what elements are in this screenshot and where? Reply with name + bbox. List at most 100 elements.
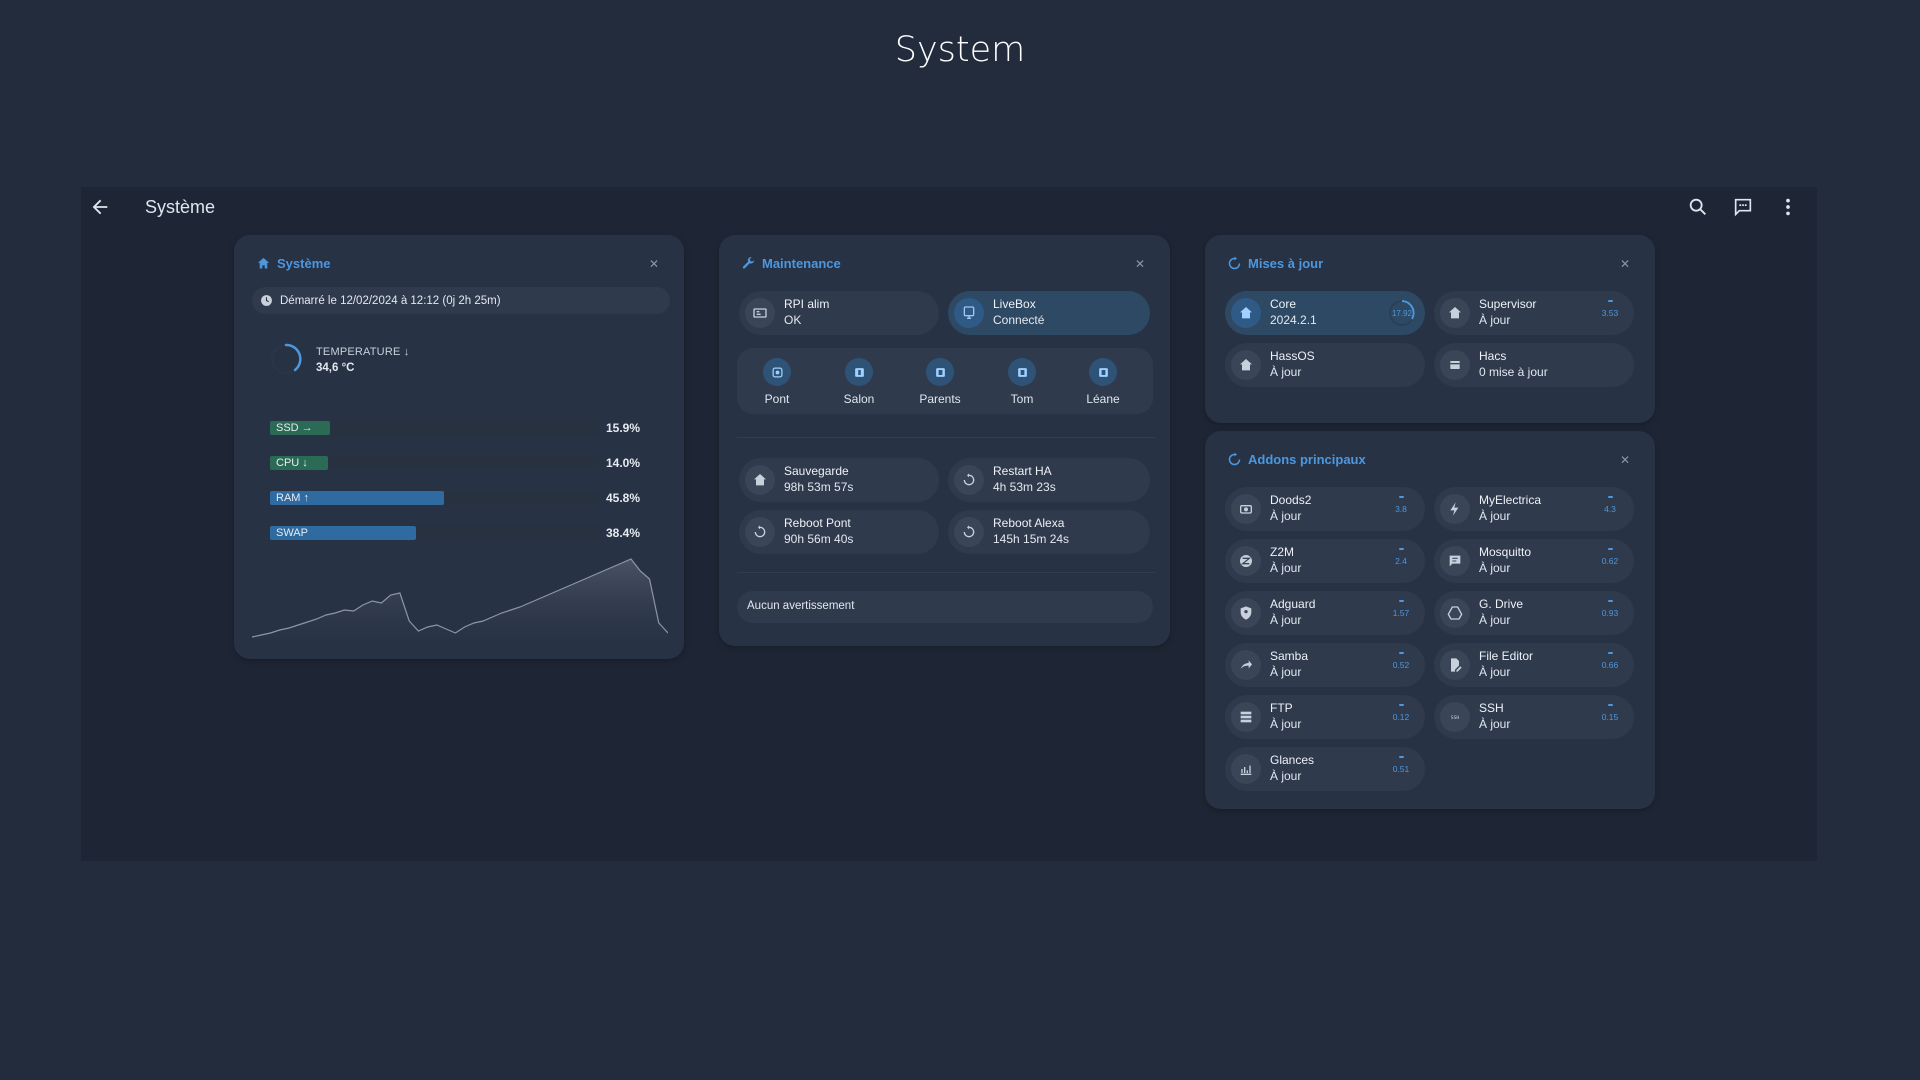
chart-bar-icon xyxy=(1231,754,1261,784)
badge-value: 3.53 xyxy=(1601,308,1619,318)
tile-name: Doods2 xyxy=(1270,493,1312,507)
temperature-value: 34,6 °C xyxy=(316,362,355,374)
bar-percent: 45.8% xyxy=(605,491,640,505)
room-label: Léane xyxy=(1086,392,1120,406)
home-assistant-icon xyxy=(257,257,270,269)
tile-state: 145h 15m 24s xyxy=(993,532,1070,546)
maintenance-header: Maintenance xyxy=(741,256,841,271)
router-icon xyxy=(954,298,984,328)
badge-value: 2.4 xyxy=(1395,556,1407,566)
systeme-card: Système ✕ Démarré le 12/02/2024 à 12:12 … xyxy=(234,235,684,659)
tile-name: FTP xyxy=(1270,701,1293,715)
tile-state: À jour xyxy=(1270,613,1302,627)
tile-state: À jour xyxy=(1479,717,1511,731)
tile-badge: 1.57 xyxy=(1387,599,1415,627)
tile-state: À jour xyxy=(1479,561,1511,575)
bar-track: SSD → xyxy=(270,421,600,435)
close-icon[interactable]: ✕ xyxy=(1619,454,1631,466)
room-parents[interactable]: Parents xyxy=(900,348,980,414)
addon-tile[interactable]: File Editor À jour 0.66 xyxy=(1434,643,1634,687)
addon-tile[interactable]: Glances À jour 0.51 xyxy=(1225,747,1425,791)
tile-name: Glances xyxy=(1270,753,1315,767)
addon-tile[interactable]: Samba À jour 0.52 xyxy=(1225,643,1425,687)
clock-icon xyxy=(261,295,272,306)
bar-label: CPU ↓ xyxy=(276,457,308,469)
addons-title: Addons principaux xyxy=(1248,452,1366,467)
close-icon[interactable]: ✕ xyxy=(1134,258,1146,270)
bar-track: RAM ↑ xyxy=(270,491,600,505)
tile-state: À jour xyxy=(1270,509,1302,523)
close-icon[interactable]: ✕ xyxy=(1619,258,1631,270)
update-hacs-tile[interactable]: Hacs 0 mise à jour xyxy=(1434,343,1634,387)
tile-state: À jour xyxy=(1479,509,1511,523)
update-icon xyxy=(1228,256,1241,270)
systeme-title: Système xyxy=(277,256,331,271)
temperature-gauge xyxy=(270,343,302,375)
room-pont[interactable]: Pont xyxy=(737,348,817,414)
bar-percent: 38.4% xyxy=(605,526,640,540)
tile-state: À jour xyxy=(1270,561,1302,575)
room-tom[interactable]: Tom xyxy=(982,348,1062,414)
echo-speaker-icon xyxy=(1089,358,1117,386)
tile-name: Hacs xyxy=(1479,349,1507,363)
tile-state: À jour xyxy=(1479,313,1511,327)
tile-badge: 3.53 xyxy=(1596,299,1624,327)
tile-name: MyElectrica xyxy=(1479,493,1542,507)
room-salon[interactable]: Salon xyxy=(819,348,899,414)
addon-tile[interactable]: FTP À jour 0.12 xyxy=(1225,695,1425,739)
addon-tile[interactable]: Doods2 À jour 3.8 xyxy=(1225,487,1425,531)
close-icon[interactable]: ✕ xyxy=(648,258,660,270)
addon-tile[interactable]: Z2M À jour 2.4 xyxy=(1225,539,1425,583)
tile-state: À jour xyxy=(1479,613,1511,627)
tile-badge: 0.12 xyxy=(1387,703,1415,731)
badge-value: 0.12 xyxy=(1392,712,1410,722)
badge-value: 0.52 xyxy=(1392,660,1410,670)
bar-label: RAM ↑ xyxy=(276,492,309,504)
uptime-chip: Démarré le 12/02/2024 à 12:12 (0j 2h 25m… xyxy=(252,287,670,314)
version-ring-icon: 17.92 xyxy=(1389,300,1415,326)
rpi-alim-tile[interactable]: RPI alim OK xyxy=(739,291,939,335)
bar-percent: 14.0% xyxy=(605,456,640,470)
addon-tile[interactable]: Adguard À jour 1.57 xyxy=(1225,591,1425,635)
divider xyxy=(737,572,1155,573)
addon-tile[interactable]: MyElectrica À jour 4.3 xyxy=(1434,487,1634,531)
livebox-tile[interactable]: LiveBox Connecté xyxy=(948,291,1150,335)
addon-tile[interactable]: Mosquitto À jour 0.62 xyxy=(1434,539,1634,583)
more-vert-icon[interactable] xyxy=(1777,196,1799,218)
back-arrow-icon[interactable] xyxy=(89,196,115,222)
badge-value: 0.15 xyxy=(1601,712,1619,722)
updates-title: Mises à jour xyxy=(1248,256,1324,271)
home-assistant-icon xyxy=(1440,298,1470,328)
tile-state: Connecté xyxy=(993,313,1045,327)
tile-state: 90h 56m 40s xyxy=(784,532,854,546)
badge-value: 0.51 xyxy=(1392,764,1410,774)
reboot-pont-tile[interactable]: Reboot Pont 90h 56m 40s xyxy=(739,510,939,554)
addon-tile[interactable]: SSH SSH À jour 0.15 xyxy=(1434,695,1634,739)
tile-badge: 4.3 xyxy=(1596,495,1624,523)
assist-chat-icon[interactable] xyxy=(1732,196,1754,218)
update-hassos-tile[interactable]: HassOS À jour xyxy=(1225,343,1425,387)
room-leane[interactable]: Léane xyxy=(1063,348,1143,414)
uptime-text: Démarré le 12/02/2024 à 12:12 (0j 2h 25m… xyxy=(280,294,501,307)
tile-name: SSH xyxy=(1479,701,1504,715)
tile-name: Reboot Alexa xyxy=(993,516,1065,530)
file-edit-icon xyxy=(1440,650,1470,680)
tile-state: OK xyxy=(784,313,802,327)
tile-name: Samba xyxy=(1270,649,1309,663)
home-assistant-icon xyxy=(1231,298,1261,328)
updates-card: Mises à jour ✕ Core 2024.2.1 17.92 Super… xyxy=(1205,235,1655,423)
update-core-tile[interactable]: Core 2024.2.1 17.92 xyxy=(1225,291,1425,335)
reboot-alexa-tile[interactable]: Reboot Alexa 145h 15m 24s xyxy=(948,510,1150,554)
cpu-history-chart xyxy=(252,558,668,647)
power-supply-icon xyxy=(745,298,775,328)
tile-badge: 0.15 xyxy=(1596,703,1624,731)
room-label: Salon xyxy=(843,392,875,406)
tile-badge: 0.66 xyxy=(1596,651,1624,679)
updates-header: Mises à jour xyxy=(1227,256,1323,271)
tile-state: À jour xyxy=(1270,769,1302,783)
search-icon[interactable] xyxy=(1687,196,1709,218)
addon-tile[interactable]: G. Drive À jour 0.93 xyxy=(1434,591,1634,635)
update-supervisor-tile[interactable]: Supervisor À jour 3.53 xyxy=(1434,291,1634,335)
restart-ha-tile[interactable]: Restart HA 4h 53m 23s xyxy=(948,458,1150,502)
sauvegarde-tile[interactable]: Sauvegarde 98h 53m 57s xyxy=(739,458,939,502)
